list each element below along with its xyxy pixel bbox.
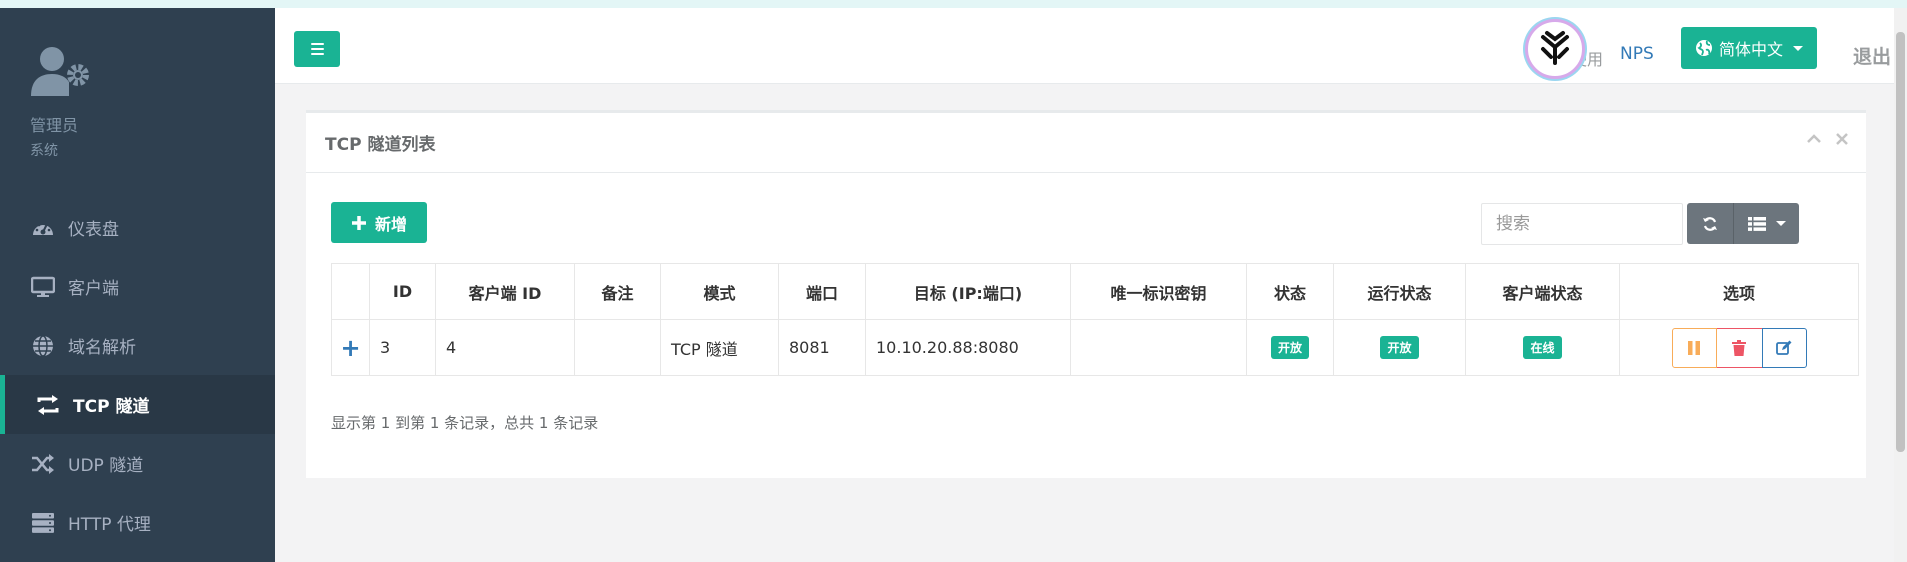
- language-dropdown[interactable]: 简体中文: [1681, 27, 1817, 69]
- cell-port: 8081: [778, 319, 866, 376]
- row-actions: [1671, 327, 1807, 368]
- sidebar-item-clients[interactable]: 客户端: [0, 257, 275, 316]
- bars-icon: [310, 43, 324, 45]
- col-run-status[interactable]: 运行状态: [1333, 263, 1466, 320]
- col-options: 选项: [1619, 263, 1859, 320]
- pause-button[interactable]: [1671, 327, 1717, 368]
- cell-run-status: 开放: [1333, 319, 1466, 376]
- top-navbar: 欢迎使用 NPS 简体中文 退出: [275, 8, 1907, 84]
- pause-icon: [1688, 340, 1700, 355]
- logout-link[interactable]: 退出: [1853, 42, 1891, 69]
- refresh-icon: [1703, 216, 1717, 231]
- profile-name: 管理员: [30, 116, 79, 135]
- col-client-id[interactable]: 客户端 ID: [435, 263, 575, 320]
- dashboard-icon: [30, 217, 56, 239]
- profile: 管理员 系统: [30, 46, 100, 159]
- refresh-button[interactable]: [1687, 203, 1733, 244]
- cell-id: 3: [369, 319, 436, 376]
- sidebar-item-label: 仪表盘: [68, 220, 119, 240]
- panel-title: TCP 隧道列表: [325, 135, 436, 155]
- chevron-up-icon[interactable]: [1806, 131, 1822, 147]
- col-unique-key[interactable]: 唯一标识密钥: [1070, 263, 1247, 320]
- sidebar-item-udp-tunnel[interactable]: UDP 隧道: [0, 434, 275, 493]
- expand-plus-icon[interactable]: +: [332, 334, 369, 362]
- cell-client-id: 4: [435, 319, 575, 376]
- globe-icon: [1696, 40, 1712, 56]
- cell-target: 10.10.20.88:8080: [865, 319, 1071, 376]
- language-label: 简体中文: [1719, 40, 1784, 59]
- sidebar-item-label: UDP 隧道: [68, 456, 144, 476]
- cell-options: [1619, 319, 1859, 376]
- col-port[interactable]: 端口: [778, 263, 866, 320]
- profile-role: 系统: [30, 143, 58, 159]
- tunnel-table: ID 客户端 ID 备注 模式 端口 目标 (IP:端口) 唯一标识密钥 状态 …: [331, 263, 1859, 376]
- globe-icon: [30, 334, 56, 357]
- col-expand: [331, 263, 370, 320]
- floating-logo-icon[interactable]: [1525, 19, 1585, 79]
- nps-link[interactable]: NPS: [1620, 44, 1654, 64]
- col-status[interactable]: 状态: [1246, 263, 1334, 320]
- top-strip: [0, 0, 1907, 8]
- columns-toggle-button[interactable]: [1733, 203, 1799, 244]
- sidebar-item-label: TCP 隧道: [73, 397, 150, 417]
- cell-remark: [574, 319, 661, 376]
- page-scrollbar[interactable]: [1894, 8, 1907, 562]
- plus-icon: [351, 215, 366, 230]
- panel-tools: [1806, 131, 1850, 147]
- table-row: + 3 4 TCP 隧道 8081 10.10.20.88:8080 开放 开放…: [331, 319, 1859, 376]
- cell-status: 开放: [1246, 319, 1334, 376]
- sidebar-item-label: 域名解析: [68, 338, 136, 358]
- sidebar-item-tcp-tunnel[interactable]: TCP 隧道: [0, 375, 275, 434]
- add-tunnel-button[interactable]: 新增: [331, 202, 427, 243]
- admin-avatar-icon[interactable]: [30, 46, 100, 102]
- col-mode[interactable]: 模式: [660, 263, 779, 320]
- cell-client-status: 在线: [1465, 319, 1620, 376]
- add-button-label: 新增: [374, 214, 407, 234]
- scrollbar-thumb[interactable]: [1896, 32, 1905, 452]
- sidebar-toggle-button[interactable]: [294, 31, 340, 67]
- table-toolbar: [1687, 203, 1799, 244]
- col-id[interactable]: ID: [369, 263, 436, 320]
- cell-unique-key: [1070, 319, 1247, 376]
- th-list-icon: [1747, 216, 1766, 231]
- server-icon: [30, 512, 56, 534]
- edit-button[interactable]: [1761, 327, 1807, 368]
- col-target[interactable]: 目标 (IP:端口): [865, 263, 1071, 320]
- sidebar-item-label: 客户端: [68, 279, 119, 299]
- sidebar-nav: 仪表盘 客户端 域名解析 TCP 隧道 UDP 隧道 HTTP 代理: [0, 198, 275, 552]
- random-icon: [30, 453, 56, 475]
- exchange-icon: [35, 394, 61, 416]
- cell-mode: TCP 隧道: [660, 319, 779, 376]
- sidebar: 管理员 系统 仪表盘 客户端 域名解析 TCP 隧道 UDP 隧道 HTTP 代…: [0, 8, 275, 562]
- search-input[interactable]: [1481, 203, 1683, 245]
- close-icon[interactable]: [1834, 131, 1850, 147]
- pagination-info: 显示第 1 到第 1 条记录，总共 1 条记录: [331, 414, 599, 432]
- status-badge: 开放: [1270, 336, 1309, 359]
- col-client-status[interactable]: 客户端状态: [1465, 263, 1620, 320]
- expand-cell[interactable]: +: [331, 319, 370, 376]
- sidebar-item-dashboard[interactable]: 仪表盘: [0, 198, 275, 257]
- trash-icon: [1732, 339, 1746, 356]
- desktop-icon: [30, 276, 56, 298]
- sidebar-item-domains[interactable]: 域名解析: [0, 316, 275, 375]
- tcp-tunnel-panel: TCP 隧道列表 新增 ID 客户端 ID 备注: [306, 110, 1866, 478]
- run-status-badge: 开放: [1380, 336, 1419, 359]
- panel-header: TCP 隧道列表: [306, 113, 1866, 173]
- caret-down-icon: [1775, 221, 1786, 226]
- client-status-badge: 在线: [1523, 336, 1562, 359]
- sidebar-item-label: HTTP 代理: [68, 515, 151, 535]
- caret-down-icon: [1793, 45, 1804, 51]
- sidebar-item-http-proxy[interactable]: HTTP 代理: [0, 493, 275, 552]
- delete-button[interactable]: [1716, 327, 1762, 368]
- col-remark[interactable]: 备注: [574, 263, 661, 320]
- table-header-row: ID 客户端 ID 备注 模式 端口 目标 (IP:端口) 唯一标识密钥 状态 …: [331, 263, 1859, 320]
- edit-icon: [1776, 340, 1792, 355]
